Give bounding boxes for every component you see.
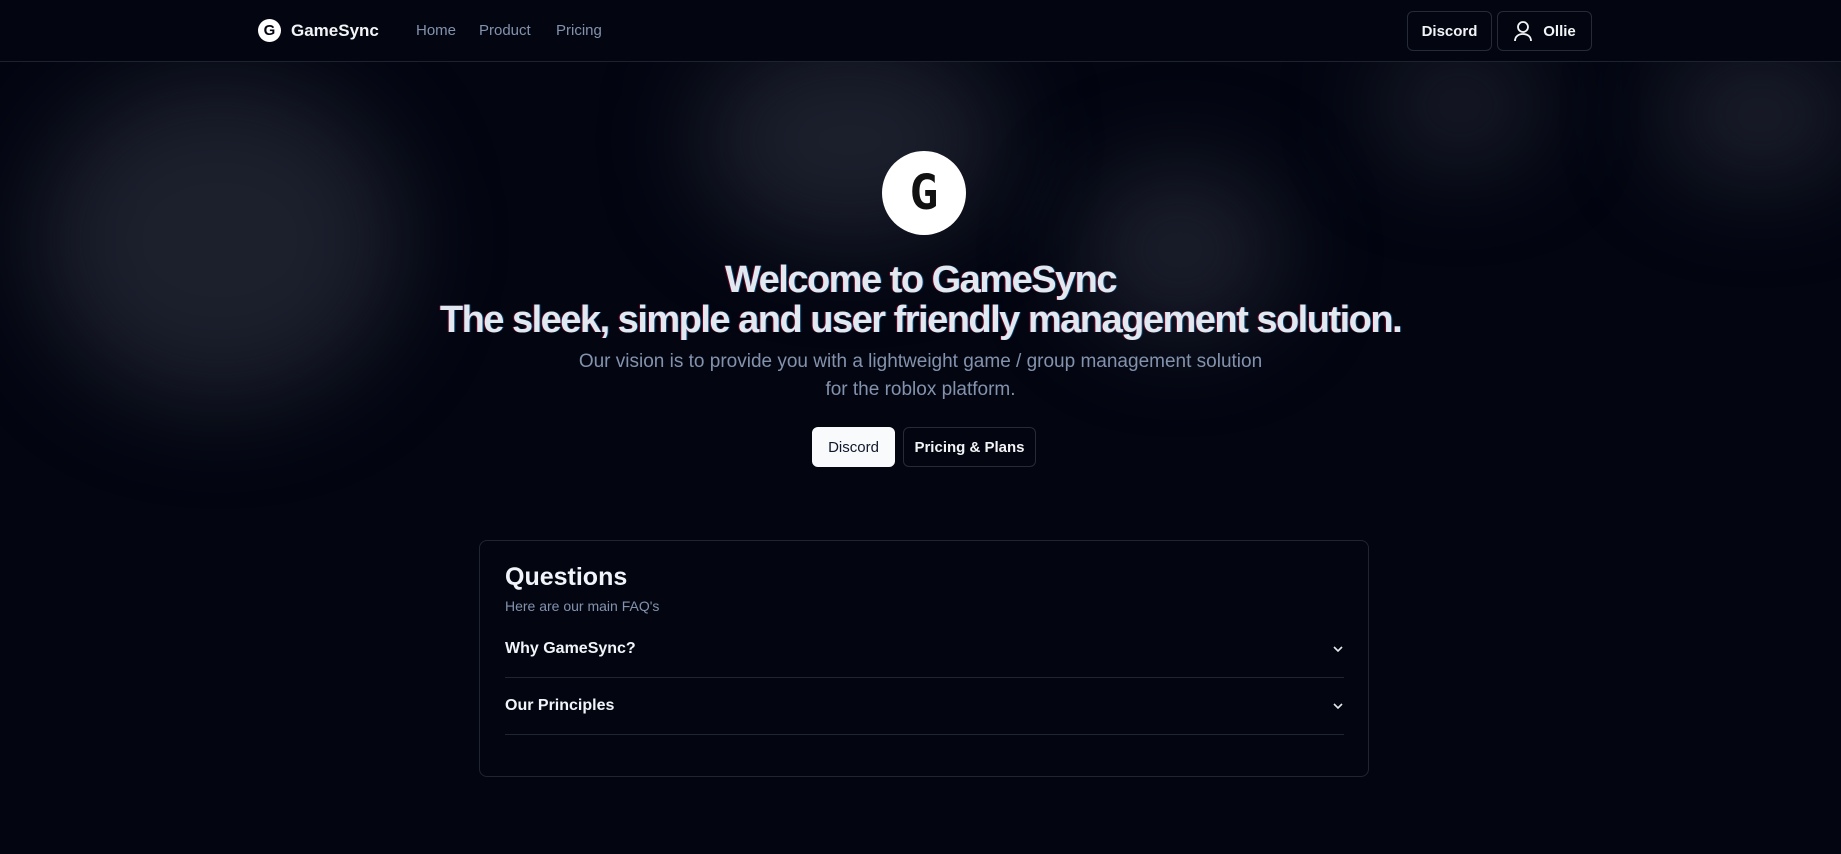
user-icon [1514, 21, 1533, 42]
background-glow [1660, 50, 1841, 180]
hero-subtitle-line1: Our vision is to provide you with a ligh… [578, 351, 1263, 372]
faq-card: Questions Here are our main FAQ's Why Ga… [479, 540, 1369, 777]
faq-description: Here are our main FAQ's [505, 598, 660, 614]
discord-label: Discord [1421, 22, 1478, 40]
user-menu-button[interactable]: Ollie [1497, 11, 1592, 51]
faq-question: Our Principles [505, 697, 615, 714]
discord-label: Discord [828, 438, 879, 456]
nav-home[interactable]: Home [416, 22, 456, 39]
faq-item-why-gamesync[interactable]: Why GameSync? [505, 621, 1344, 678]
hero-logo-icon: G [882, 151, 966, 235]
hero-tagline: The sleek, simple and user friendly mana… [439, 299, 1403, 341]
gamesync-logo-icon: G [258, 19, 281, 42]
hero-discord-button[interactable]: Discord [812, 427, 895, 467]
brand-link[interactable]: G GameSync [258, 19, 379, 42]
faq-question: Why GameSync? [505, 640, 636, 657]
background-glow [1380, 50, 1540, 160]
chevron-down-icon [1333, 703, 1343, 710]
faq-item-our-principles[interactable]: Our Principles [505, 678, 1344, 735]
pricing-plans-button[interactable]: Pricing & Plans [903, 427, 1036, 467]
top-navbar: G GameSync Home Product Pricing Discord … [0, 0, 1841, 62]
hero-title: Welcome to GameSync [724, 259, 1118, 301]
brand-name: GameSync [291, 20, 379, 40]
pricing-plans-label: Pricing & Plans [914, 438, 1025, 456]
user-name: Ollie [1543, 22, 1576, 40]
nav-discord-button[interactable]: Discord [1407, 11, 1492, 51]
nav-pricing[interactable]: Pricing [556, 22, 602, 39]
chevron-down-icon [1333, 646, 1343, 653]
hero-subtitle-line2: for the roblox platform. [825, 379, 1016, 400]
faq-title: Questions [505, 563, 628, 591]
nav-product[interactable]: Product [479, 22, 531, 39]
